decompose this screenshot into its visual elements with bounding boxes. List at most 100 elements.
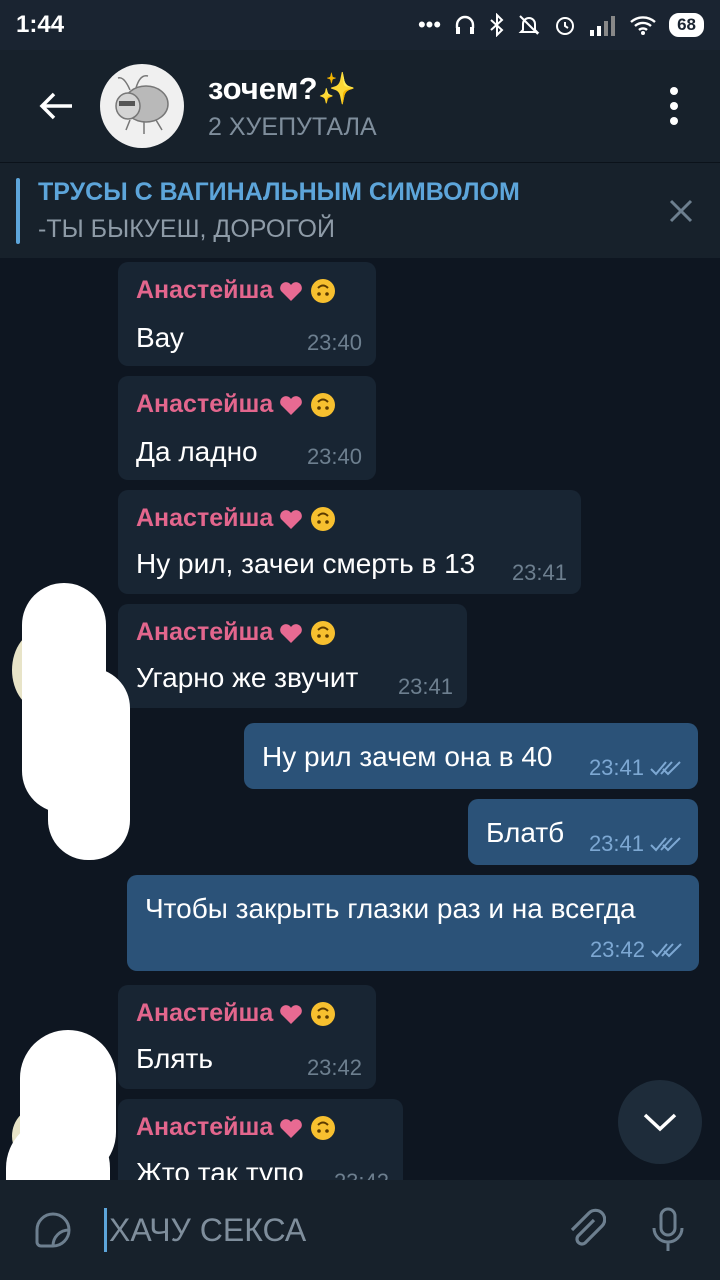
sender-name: Анастейша [136,390,337,419]
bluetooth-icon [490,13,504,37]
sender-name-text: Анастейша [136,999,274,1027]
heart-icon [280,623,303,643]
chevron-down-icon [643,1113,677,1132]
sticker-button[interactable] [28,1205,78,1255]
message-time: 23:41 [588,755,644,780]
heart-icon [280,509,303,529]
paperclip-icon [570,1208,606,1246]
message-text: Ну рил зачем она в 40 [262,741,553,772]
redaction-mark [48,668,130,860]
more-menu-button[interactable] [664,87,684,125]
heart-icon [280,1004,303,1024]
heart-icon [280,1118,303,1138]
sender-name: Анастейша [136,999,337,1028]
message-incoming[interactable]: Анастейша Жто так тупо 23:42 [118,1099,403,1180]
composer-bar: ХАЧУ СЕКСА [0,1180,720,1280]
status-time: 1:44 [16,11,65,38]
message-time: 23:41 [511,560,567,585]
headphones-icon [455,15,475,34]
double-check-icon [650,761,681,776]
attach-button[interactable] [564,1205,608,1255]
scroll-down-button[interactable] [618,1080,702,1164]
message-time-block: 23:41 [589,755,682,781]
bug-avatar-icon [115,75,169,134]
pinned-text-block: ТРУСЫ С ВАГИНАЛЬНЫМ СИМВОЛОМ -ТЫ БЫКУЕШ,… [38,178,520,244]
back-button[interactable] [28,78,84,134]
message-outgoing[interactable]: Чтобы закрыть глазки раз и на всегда 23:… [127,875,699,971]
microphone-icon [652,1207,684,1251]
signal-icon [590,16,616,36]
pinned-content: -ТЫ БЫКУЕШ, ДОРОГОЙ [38,214,335,243]
message-incoming[interactable]: Анастейша Да ладно 23:40 [118,376,376,480]
upside-down-face-icon [311,1001,336,1026]
wifi-icon [630,16,656,35]
message-outgoing[interactable]: Ну рил зачем она в 40 23:41 [244,723,698,789]
sender-name: Анастейша [136,504,337,533]
battery-icon: 68 [669,13,704,37]
message-input[interactable]: ХАЧУ СЕКСА [109,1212,306,1249]
pinned-close-button[interactable] [666,196,696,226]
microphone-button[interactable] [648,1205,688,1255]
message-text: Блять [136,1043,213,1074]
message-text: Блатб [486,817,565,848]
message-time: 23:42 [334,1169,389,1180]
pinned-accent-bar [16,177,20,244]
sender-name-text: Анастейша [136,1113,274,1141]
sender-name: Анастейша [136,276,337,305]
message-incoming[interactable]: Анастейша Ну рил, зачеи смерть в 13 23:4… [118,490,581,594]
pinned-title: ТРУСЫ С ВАГИНАЛЬНЫМ СИМВОЛОМ [38,177,520,206]
message-time: 23:41 [588,831,644,856]
upside-down-face-icon [311,620,336,645]
message-outgoing[interactable]: Блатб 23:41 [468,799,698,865]
chat-subtitle: 2 ХУЕПУТАЛА [208,113,377,141]
heart-icon [280,281,303,301]
message-text: Жто так тупо [136,1157,304,1180]
double-check-icon [650,837,681,852]
upside-down-face-icon [311,392,336,417]
sender-name-text: Анастейша [136,390,274,418]
message-text: Вау [136,322,184,353]
chat-header: зочем?✨ 2 ХУЕПУТАЛА [0,50,720,162]
status-bar: 1:44 ••• 68 [0,0,720,50]
menu-dot [670,117,678,125]
menu-dot [670,87,678,95]
sender-name-text: Анастейша [136,618,274,646]
upside-down-face-icon [311,506,336,531]
chat-titles: зочем?✨ 2 ХУЕПУТАЛА [208,70,377,142]
message-time: 23:41 [397,674,453,699]
sender-name: Анастейша [136,618,337,647]
message-time: 23:40 [306,330,362,355]
text-caret [104,1208,107,1252]
pinned-message[interactable]: ТРУСЫ С ВАГИНАЛЬНЫМ СИМВОЛОМ -ТЫ БЫКУЕШ,… [0,162,720,258]
close-icon [669,199,693,222]
bell-off-icon [518,15,540,35]
chat-avatar[interactable] [100,64,184,148]
message-time: 23:40 [306,444,362,469]
message-text: Да ладно [136,436,258,467]
message-time-block: 23:42 [590,937,683,963]
dots-icon: ••• [417,12,442,37]
message-text: Угарно же звучит [136,662,359,693]
sticker-icon [35,1212,71,1248]
status-icons: ••• 68 [418,12,704,38]
menu-dot [670,102,678,110]
sender-name-text: Анастейша [136,504,274,532]
message-text: Чтобы закрыть глазки раз и на всегда [145,893,636,924]
double-check-icon [651,943,682,958]
upside-down-face-icon [311,1115,336,1140]
arrow-left-icon [39,92,72,120]
message-incoming[interactable]: Анастейша Вау 23:40 [118,262,376,366]
message-list[interactable]: Анастейша Вау 23:40 Анастейша Да ладно 2… [0,258,720,1180]
message-text: Ну рил, зачеи смерть в 13 [136,548,476,579]
message-time: 23:42 [589,937,645,962]
message-time: 23:42 [306,1055,362,1080]
upside-down-face-icon [311,278,336,303]
alarm-icon [556,17,575,35]
message-time-block: 23:41 [589,831,682,857]
chat-title: зочем?✨ [208,71,357,106]
sender-name: Анастейша [136,1113,337,1142]
message-incoming[interactable]: Анастейша Угарно же звучит 23:41 [118,604,467,708]
heart-icon [280,395,303,415]
sender-name-text: Анастейша [136,276,274,304]
message-incoming[interactable]: Анастейша Блять 23:42 [118,985,376,1089]
